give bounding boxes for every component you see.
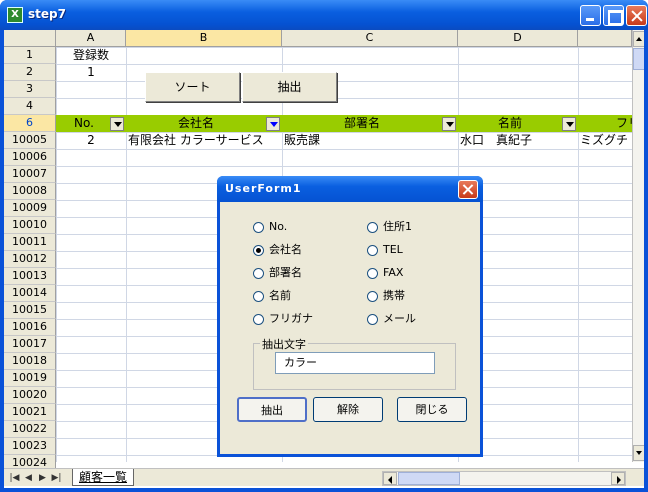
cell-kana[interactable]: ミズグチ — [580, 132, 632, 149]
cell-no[interactable]: 2 — [56, 132, 126, 149]
radio-label: 携帯 — [383, 289, 405, 302]
row-header[interactable]: 10015 — [4, 302, 56, 319]
horizontal-scroll-thumb[interactable] — [398, 472, 460, 485]
row-header[interactable]: 4 — [4, 98, 56, 115]
row-header[interactable]: 10022 — [4, 421, 56, 438]
window-title: step7 — [28, 7, 66, 21]
radio-label: 部署名 — [269, 266, 302, 279]
row-header[interactable]: 10013 — [4, 268, 56, 285]
dialog-body: No. 会社名部署名名前フリガナ 住所1 TEL FAX 携帯メール 抽出文字 カラー 抽… — [220, 202, 480, 454]
excel-window: X step7 A B C D 1 2 3 4 6 10005 10006 10007 1000… — [0, 0, 648, 492]
cell-a2[interactable]: 1 — [56, 64, 126, 81]
filter-dropdown-company[interactable] — [266, 117, 280, 131]
radio-circle-icon[interactable] — [367, 314, 378, 325]
row-header[interactable]: 10005 — [4, 132, 56, 149]
radio-label: FAX — [383, 266, 404, 279]
dialog-title: UserForm1 — [225, 182, 302, 195]
horizontal-scrollbar[interactable] — [382, 471, 626, 486]
row-header[interactable]: 10018 — [4, 353, 56, 370]
row-header[interactable]: 10009 — [4, 200, 56, 217]
radio-circle-icon[interactable] — [367, 245, 378, 256]
dialog-title-bar[interactable]: UserForm1 — [217, 176, 483, 202]
minimize-button[interactable] — [580, 5, 601, 26]
sheet-tab[interactable]: 顧客一覧 — [72, 469, 135, 486]
header-no: No. — [74, 116, 94, 130]
column-header-a[interactable]: A — [56, 30, 126, 47]
vertical-scrollbar[interactable] — [632, 30, 644, 462]
radio-label: 会社名 — [269, 243, 302, 256]
column-header-c[interactable]: C — [282, 30, 458, 47]
radio-label: No. — [269, 220, 288, 233]
radio-circle-icon[interactable] — [367, 222, 378, 233]
row-header[interactable]: 1 — [4, 47, 56, 64]
radio-circle-icon[interactable] — [253, 314, 264, 325]
radio-circle-icon[interactable] — [253, 291, 264, 302]
radio-label: 住所1 — [383, 220, 412, 233]
radio-circle-icon[interactable] — [367, 268, 378, 279]
dialog-extract-button[interactable]: 抽出 — [237, 397, 307, 422]
header-name: 名前 — [497, 116, 522, 130]
maximize-button[interactable] — [603, 5, 624, 26]
radio-label: TEL — [383, 243, 403, 256]
scroll-right-icon[interactable] — [611, 472, 625, 485]
filter-group-label: 抽出文字 — [260, 336, 308, 352]
scroll-left-icon[interactable] — [383, 472, 397, 485]
radio-label: フリガナ — [269, 312, 313, 325]
header-company: 会社名 — [177, 116, 214, 130]
row-header[interactable]: 10008 — [4, 183, 56, 200]
row-header[interactable]: 10017 — [4, 336, 56, 353]
column-header-d[interactable]: D — [458, 30, 578, 47]
row-header[interactable]: 6 — [4, 115, 56, 132]
row-header[interactable]: 3 — [4, 81, 56, 98]
row-header[interactable]: 10019 — [4, 370, 56, 387]
row-header[interactable]: 2 — [4, 64, 56, 81]
filter-dropdown-dept[interactable] — [442, 117, 456, 131]
filter-text-input[interactable]: カラー — [275, 352, 435, 374]
cell-dept[interactable]: 販売課 — [284, 132, 458, 149]
close-button[interactable] — [626, 5, 647, 26]
prev-sheet-icon[interactable]: ◀ — [22, 471, 35, 485]
scroll-down-icon[interactable] — [633, 445, 644, 461]
filter-dropdown-name[interactable] — [562, 117, 576, 131]
row-header[interactable]: 10012 — [4, 251, 56, 268]
radio-label: 名前 — [269, 289, 291, 302]
column-header-e[interactable] — [578, 30, 632, 47]
select-all-corner[interactable] — [4, 30, 56, 47]
header-kana: フリ — [615, 116, 632, 130]
sheet-tab-bar: |◀ ◀ ▶ ▶| 顧客一覧 — [4, 468, 644, 486]
radio-circle-icon[interactable] — [367, 291, 378, 302]
row-header[interactable]: 10023 — [4, 438, 56, 455]
radio-label: メール — [383, 312, 416, 325]
sort-button[interactable]: ソート — [145, 72, 240, 102]
vertical-scroll-thumb[interactable] — [633, 48, 644, 70]
cell-name[interactable]: 水口 真紀子 — [460, 132, 578, 149]
cell-a1[interactable]: 登録数 — [56, 47, 126, 64]
dialog-close-text-button[interactable]: 閉じる — [397, 397, 467, 422]
first-sheet-icon[interactable]: |◀ — [8, 471, 21, 485]
title-bar[interactable]: X step7 — [0, 0, 648, 30]
filter-dropdown-no[interactable] — [110, 117, 124, 131]
column-header-b[interactable]: B — [126, 30, 282, 47]
userform-dialog: UserForm1 No. 会社名部署名名前フリガナ 住所1 TEL FAX 携帯メール … — [217, 176, 483, 457]
next-sheet-icon[interactable]: ▶ — [36, 471, 49, 485]
cell-company[interactable]: 有限会社 カラーサービス — [128, 132, 282, 149]
row-header[interactable]: 10020 — [4, 387, 56, 404]
scroll-up-icon[interactable] — [633, 31, 644, 47]
radio-circle-icon[interactable] — [253, 245, 264, 256]
row-header[interactable]: 10006 — [4, 149, 56, 166]
header-dept: 部署名 — [343, 116, 380, 130]
dialog-release-button[interactable]: 解除 — [313, 397, 383, 422]
row-header[interactable]: 10007 — [4, 166, 56, 183]
row-header[interactable]: 10014 — [4, 285, 56, 302]
row-header[interactable]: 10011 — [4, 234, 56, 251]
radio-circle-icon[interactable] — [253, 268, 264, 279]
last-sheet-icon[interactable]: ▶| — [50, 471, 63, 485]
excel-app-icon: X — [7, 7, 23, 23]
extract-sheet-button[interactable]: 抽出 — [242, 72, 337, 102]
dialog-close-button[interactable] — [458, 180, 478, 199]
row-header[interactable]: 10016 — [4, 319, 56, 336]
row-header[interactable]: 10021 — [4, 404, 56, 421]
radio-circle-icon[interactable] — [253, 222, 264, 233]
row-header[interactable]: 10010 — [4, 217, 56, 234]
